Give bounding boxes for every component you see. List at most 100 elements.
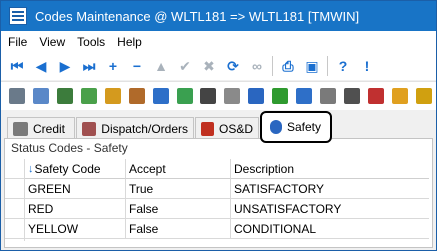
tab-safety-label: Safety [287, 120, 322, 134]
cell-accept[interactable]: False [126, 219, 231, 239]
row-indicator[interactable] [5, 199, 25, 219]
cell-description[interactable]: CONDITIONAL [231, 219, 429, 239]
add-icon[interactable]: + [101, 55, 125, 77]
network-icon-glyph [176, 88, 193, 104]
dispatch-icon [82, 121, 97, 136]
table-row[interactable]: GREEN True SATISFACTORY [25, 179, 429, 199]
info-icon[interactable]: ! [355, 55, 379, 77]
cell-description[interactable]: UNSATISFACTORY [231, 199, 429, 219]
worker-icon[interactable] [197, 85, 221, 107]
row-indicator-column [5, 159, 25, 241]
gift-icon[interactable] [364, 85, 388, 107]
flag-blue-icon[interactable] [149, 85, 173, 107]
percent-icon[interactable] [5, 85, 29, 107]
refresh-icon[interactable]: ⟳ [221, 55, 245, 77]
cell-safety-code[interactable]: GREEN [25, 179, 126, 199]
cell-accept[interactable]: False [126, 199, 231, 219]
row-indicator-header [5, 159, 25, 179]
tab-safety[interactable]: Safety [260, 111, 332, 143]
toolbar-separator [272, 56, 273, 76]
gauge-icon-glyph [224, 88, 241, 104]
window-title: Codes Maintenance @ WLTL181 => WLTL181 [… [35, 8, 360, 24]
network-icon[interactable] [173, 85, 197, 107]
cell-safety-code[interactable]: RED [25, 199, 126, 219]
tab-osd-label: OS&D [218, 121, 253, 136]
tools-icon-glyph [320, 88, 337, 104]
column-header-description[interactable]: Description [231, 159, 429, 179]
notes-icon[interactable] [29, 85, 53, 107]
box-icon-glyph [128, 88, 145, 104]
last-record-icon[interactable]: ⏭ [77, 55, 101, 77]
user-icon[interactable] [244, 85, 268, 107]
app-icon [9, 7, 27, 25]
title-bar: Codes Maintenance @ WLTL181 => WLTL181 [… [1, 1, 436, 31]
checklist-icon[interactable] [53, 85, 77, 107]
row-indicator[interactable] [5, 219, 25, 239]
gauge-icon[interactable] [220, 85, 244, 107]
tab-osd[interactable]: OS&D [195, 117, 259, 139]
flag-green-icon[interactable] [268, 85, 292, 107]
flag-yellow-icon-glyph [415, 88, 432, 104]
user-icon-glyph [248, 88, 265, 104]
cancel-icon[interactable]: ✖ [197, 55, 221, 77]
camera-icon-glyph [344, 88, 361, 104]
help-icon[interactable]: ? [331, 55, 355, 77]
menu-bar: File View Tools Help [1, 31, 436, 52]
menu-file[interactable]: File [1, 35, 33, 49]
box-icon[interactable] [125, 85, 149, 107]
osd-icon [201, 121, 214, 136]
main-window: Codes Maintenance @ WLTL181 => WLTL181 [… [0, 0, 437, 251]
print-icon[interactable]: ⎙ [276, 55, 300, 77]
modules-toolbar [1, 81, 436, 110]
menu-view[interactable]: View [33, 35, 71, 49]
chart-icon-glyph [80, 88, 97, 104]
chart-icon[interactable] [77, 85, 101, 107]
sort-arrow-icon: ↓ [28, 162, 34, 175]
safety-icon [270, 120, 282, 134]
first-record-icon[interactable]: ⏮ [5, 55, 29, 77]
table-row[interactable]: YELLOW False CONDITIONAL [25, 219, 429, 239]
panel-title: Status Codes - Safety [11, 141, 128, 155]
remove-icon[interactable]: − [125, 55, 149, 77]
package-icon-glyph [104, 88, 121, 104]
monitor-icon[interactable]: ▣ [300, 55, 324, 77]
menu-tools[interactable]: Tools [71, 35, 111, 49]
column-header-label: Safety Code [34, 161, 101, 176]
link-icon[interactable]: ∞ [245, 55, 269, 77]
tab-credit-label: Credit [33, 121, 66, 136]
column-header-label: Description [234, 161, 295, 176]
move-up-icon[interactable]: ▲ [149, 55, 173, 77]
confirm-icon[interactable]: ✔ [173, 55, 197, 77]
column-header-safety-code[interactable]: ↓ Safety Code [25, 159, 126, 179]
worker-icon-glyph [200, 88, 217, 104]
tab-dispatch-orders[interactable]: Dispatch/Orders [76, 117, 194, 139]
credit-icon [13, 121, 28, 136]
percent-icon-glyph [8, 88, 25, 104]
toolbar-separator [327, 56, 328, 76]
package-icon[interactable] [101, 85, 125, 107]
tools-icon[interactable] [316, 85, 340, 107]
status-codes-grid: ↓ Safety Code Accept Description GREEN T… [25, 159, 429, 247]
navigation-toolbar: ⏮ ◀ ▶ ⏭ + − ▲ ✔ ✖ ⟳ ∞ ⎙ ▣?! [1, 52, 436, 80]
tab-strip: Credit Dispatch/Orders OS&D Safety [1, 111, 436, 143]
cell-accept[interactable]: True [126, 179, 231, 199]
flag-blue-icon[interactable] [292, 85, 316, 107]
flag-yellow-icon[interactable] [412, 85, 436, 107]
table-row[interactable]: RED False UNSATISFACTORY [25, 199, 429, 219]
grid-header-row: ↓ Safety Code Accept Description [25, 159, 429, 179]
cell-description[interactable]: SATISFACTORY [231, 179, 429, 199]
cell-safety-code[interactable]: YELLOW [25, 219, 126, 239]
row-indicator[interactable] [5, 179, 25, 199]
menu-help[interactable]: Help [111, 35, 148, 49]
camera-icon[interactable] [340, 85, 364, 107]
sun-icon[interactable] [388, 85, 412, 107]
next-record-icon[interactable]: ▶ [53, 55, 77, 77]
previous-record-icon[interactable]: ◀ [29, 55, 53, 77]
gift-icon-glyph [368, 88, 385, 104]
tab-credit[interactable]: Credit [7, 117, 75, 139]
checklist-icon-glyph [56, 88, 73, 104]
column-header-label: Accept [129, 161, 166, 176]
column-header-accept[interactable]: Accept [126, 159, 231, 179]
sun-icon-glyph [391, 88, 408, 104]
notes-icon-glyph [32, 88, 49, 104]
